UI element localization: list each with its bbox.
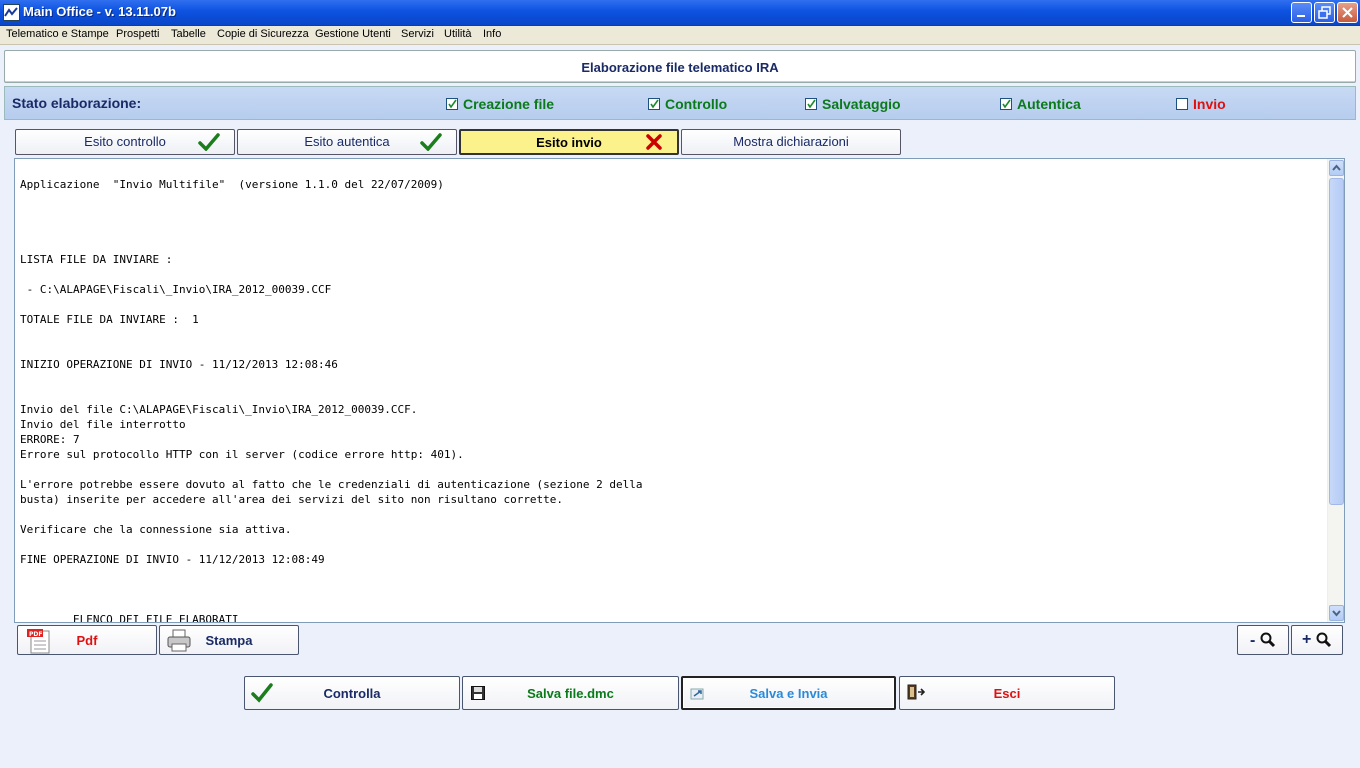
step-label: Controllo bbox=[665, 96, 728, 112]
checkbox-checked-icon bbox=[648, 98, 660, 110]
window-title: Main Office - v. 13.11.07b bbox=[23, 4, 176, 19]
stato-label: Stato elaborazione: bbox=[12, 95, 142, 111]
checkbox-unchecked-icon bbox=[1176, 98, 1188, 110]
stampa-label: Stampa bbox=[205, 633, 253, 648]
zoom-in-sign: + bbox=[1302, 631, 1312, 648]
step-controllo: Controllo bbox=[648, 96, 727, 112]
checkmark-icon bbox=[420, 133, 442, 159]
restore-button[interactable] bbox=[1314, 2, 1335, 23]
checkbox-checked-icon bbox=[446, 98, 458, 110]
esci-label: Esci bbox=[993, 686, 1021, 701]
zoom-in-button[interactable]: + bbox=[1291, 625, 1343, 655]
menu-bar: Telematico e Stampe Prospetti Tabelle Co… bbox=[0, 26, 1360, 45]
page-title: Elaborazione file telematico IRA bbox=[581, 60, 779, 75]
tab-esito-invio[interactable]: Esito invio bbox=[459, 129, 679, 155]
step-salvataggio: Salvataggio bbox=[805, 96, 901, 112]
log-textarea[interactable]: Applicazione "Invio Multifile" (versione… bbox=[14, 158, 1345, 623]
step-label: Salvataggio bbox=[822, 96, 901, 112]
step-label: Creazione file bbox=[463, 96, 555, 112]
salva-file-label: Salva file.dmc bbox=[527, 686, 614, 701]
menu-utilita[interactable]: Utilità bbox=[444, 28, 472, 40]
menu-gestione-utenti[interactable]: Gestione Utenti bbox=[315, 28, 391, 40]
menu-telematico[interactable]: Telematico e Stampe bbox=[6, 28, 109, 40]
tab-label: Esito autentica bbox=[304, 134, 390, 149]
step-creazione-file: Creazione file bbox=[446, 96, 554, 112]
salva-e-invia-button[interactable]: Salva e Invia bbox=[681, 676, 896, 710]
step-label: Autentica bbox=[1017, 96, 1081, 112]
stato-elaborazione: Stato elaborazione: Creazione file Contr… bbox=[4, 86, 1356, 120]
zoom-out-button[interactable]: - bbox=[1237, 625, 1289, 655]
error-x-icon bbox=[645, 133, 663, 159]
step-invio: Invio bbox=[1176, 96, 1226, 112]
app-icon bbox=[3, 4, 20, 21]
checkbox-checked-icon bbox=[1000, 98, 1012, 110]
vertical-scrollbar[interactable] bbox=[1327, 159, 1344, 622]
pdf-button[interactable]: PDF Pdf bbox=[17, 625, 157, 655]
menu-prospetti[interactable]: Prospetti bbox=[116, 28, 159, 40]
tab-esito-controllo[interactable]: Esito controllo bbox=[15, 129, 235, 155]
magnifier-icon bbox=[1260, 632, 1276, 651]
magnifier-icon bbox=[1316, 632, 1332, 651]
log-text: Applicazione "Invio Multifile" (versione… bbox=[20, 178, 643, 623]
controlla-label: Controlla bbox=[323, 686, 381, 701]
tab-label: Esito controllo bbox=[84, 134, 166, 149]
menu-servizi[interactable]: Servizi bbox=[401, 28, 434, 40]
salva-file-button[interactable]: Salva file.dmc bbox=[462, 676, 679, 710]
tab-esito-autentica[interactable]: Esito autentica bbox=[237, 129, 457, 155]
step-label: Invio bbox=[1193, 96, 1226, 112]
menu-copie[interactable]: Copie di Sicurezza bbox=[217, 28, 309, 40]
esci-button[interactable]: Esci bbox=[899, 676, 1115, 710]
pdf-label: Pdf bbox=[76, 633, 98, 648]
minimize-button[interactable] bbox=[1291, 2, 1312, 23]
tab-label: Mostra dichiarazioni bbox=[733, 134, 849, 149]
title-bar: Main Office - v. 13.11.07b bbox=[0, 0, 1360, 26]
menu-tabelle[interactable]: Tabelle bbox=[171, 28, 206, 40]
stampa-button[interactable]: Stampa bbox=[159, 625, 299, 655]
tab-label: Esito invio bbox=[536, 135, 602, 150]
scroll-thumb[interactable] bbox=[1329, 178, 1344, 505]
scroll-down-button[interactable] bbox=[1329, 605, 1344, 621]
close-button[interactable] bbox=[1337, 2, 1358, 23]
step-autentica: Autentica bbox=[1000, 96, 1081, 112]
page-header: Elaborazione file telematico IRA bbox=[4, 50, 1356, 83]
checkmark-icon bbox=[198, 133, 220, 159]
menu-info[interactable]: Info bbox=[483, 28, 501, 40]
scroll-up-button[interactable] bbox=[1329, 160, 1344, 176]
zoom-out-sign: - bbox=[1250, 632, 1256, 649]
tab-mostra-dichiarazioni[interactable]: Mostra dichiarazioni bbox=[681, 129, 901, 155]
checkbox-checked-icon bbox=[805, 98, 817, 110]
salva-e-invia-label: Salva e Invia bbox=[749, 686, 828, 701]
controlla-button[interactable]: Controlla bbox=[244, 676, 460, 710]
